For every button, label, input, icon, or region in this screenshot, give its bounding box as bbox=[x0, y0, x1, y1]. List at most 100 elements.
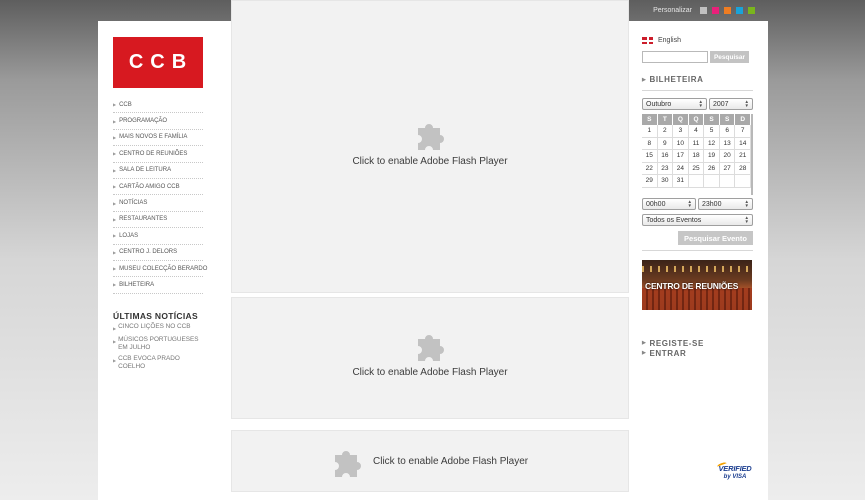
nav-item-bilheteira[interactable]: ▶ BILHETEIRA bbox=[113, 277, 203, 294]
arrow-right-icon: ▶ bbox=[113, 266, 117, 272]
nav-item-label: PROGRAMAÇÃO bbox=[119, 118, 168, 125]
news-heading: ÚLTIMAS NOTÍCIAS bbox=[113, 311, 198, 321]
search-event-button[interactable]: Pesquisar Evento bbox=[678, 231, 753, 245]
calendar-day[interactable]: 20 bbox=[719, 150, 736, 163]
bilheteira-heading[interactable]: ▶ BILHETEIRA bbox=[642, 75, 703, 84]
news-item[interactable]: ▶ MÚSICOS PORTUGUESES EM JULHO bbox=[113, 336, 205, 352]
nav-item-programacao[interactable]: ▶ PROGRAMAÇÃO bbox=[113, 113, 203, 130]
weekday-label: S bbox=[719, 114, 736, 125]
verified-by-visa-badge[interactable]: VERIFIED by VISA bbox=[715, 461, 755, 487]
theme-swatch-grey[interactable] bbox=[700, 7, 707, 14]
nav-item-lojas[interactable]: ▶ LOJAS bbox=[113, 228, 203, 245]
centro-reunioes-banner[interactable]: CENTRO DE REUNIÕES bbox=[642, 260, 752, 310]
register-link[interactable]: ▶ REGISTE-SE bbox=[642, 339, 704, 349]
nav-item-cartao-amigo[interactable]: ▶ CARTÃO AMIGO CCB bbox=[113, 179, 203, 196]
time-to-value: 23h00 bbox=[702, 200, 722, 208]
year-select-value: 2007 bbox=[713, 100, 729, 108]
calendar-day[interactable]: 29 bbox=[642, 175, 658, 188]
theme-swatch-blue[interactable] bbox=[736, 7, 743, 14]
theme-swatch-orange[interactable] bbox=[724, 7, 731, 14]
event-type-select[interactable]: Todos os Eventos ▲ ▼ bbox=[642, 214, 753, 226]
calendar-day[interactable]: 1 bbox=[642, 125, 658, 138]
calendar-day[interactable]: 9 bbox=[657, 137, 674, 150]
calendar-day[interactable]: 2 bbox=[657, 125, 674, 138]
month-select-value: Outubro bbox=[646, 100, 672, 108]
login-link[interactable]: ▶ ENTRAR bbox=[642, 349, 704, 359]
search-button[interactable]: Pesquisar bbox=[710, 51, 749, 63]
nav-item-ccb[interactable]: ▶ CCB bbox=[113, 97, 203, 114]
calendar-empty-cell bbox=[735, 175, 751, 188]
divider bbox=[642, 250, 753, 251]
year-select[interactable]: 2007 ▲ ▼ bbox=[709, 98, 753, 110]
theme-swatch-pink[interactable] bbox=[712, 7, 719, 14]
calendar-day[interactable]: 14 bbox=[735, 137, 751, 150]
calendar-day[interactable]: 10 bbox=[673, 137, 689, 150]
banner-seats-decoration bbox=[642, 288, 752, 310]
time-to-select[interactable]: 23h00 ▲ ▼ bbox=[698, 198, 753, 210]
arrow-right-icon: ▶ bbox=[642, 349, 647, 356]
select-arrows-icon: ▲ ▼ bbox=[744, 99, 749, 108]
nav-item-label: SALA DE LEITURA bbox=[119, 167, 172, 174]
nav-item-noticias[interactable]: ▶ NOTÍCIAS bbox=[113, 195, 203, 212]
calendar-day[interactable]: 26 bbox=[704, 162, 720, 175]
calendar-day[interactable]: 7 bbox=[735, 125, 751, 138]
calendar-days: 1 2 3 4 5 6 7 8 9 10 11 12 13 14 15 16 17 18 19 20 21 22 23 24 2… bbox=[642, 125, 751, 188]
login-label: ENTRAR bbox=[649, 348, 687, 358]
flash-placeholder-hero[interactable]: Click to enable Adobe Flash Player bbox=[231, 0, 629, 293]
calendar-day[interactable]: 5 bbox=[704, 125, 720, 138]
calendar-day[interactable]: 15 bbox=[642, 150, 658, 163]
calendar-day[interactable]: 28 bbox=[735, 162, 751, 175]
arrow-right-icon: ▶ bbox=[113, 358, 117, 363]
calendar-day[interactable]: 8 bbox=[642, 137, 658, 150]
select-arrows-icon: ▲ ▼ bbox=[744, 199, 749, 208]
flash-placeholder-middle[interactable]: Click to enable Adobe Flash Player bbox=[231, 297, 629, 419]
calendar-day[interactable]: 4 bbox=[688, 125, 705, 138]
calendar-day[interactable]: 27 bbox=[719, 162, 736, 175]
calendar-empty-cell bbox=[704, 175, 720, 188]
arrow-right-icon: ▶ bbox=[113, 151, 117, 157]
personalize-label[interactable]: Personalizar bbox=[653, 7, 692, 14]
nav-item-mais-novos[interactable]: ▶ MAIS NOVOS E FAMÍLIA bbox=[113, 130, 203, 147]
time-from-value: 00h00 bbox=[646, 200, 666, 208]
nav-item-museu-berardo[interactable]: ▶ MUSEU COLECÇÃO BERARDO bbox=[113, 261, 207, 278]
arrow-right-icon: ▶ bbox=[642, 76, 647, 83]
calendar-day[interactable]: 18 bbox=[688, 150, 705, 163]
calendar-day[interactable]: 30 bbox=[657, 175, 674, 188]
calendar-day[interactable]: 13 bbox=[719, 137, 736, 150]
calendar-day[interactable]: 25 bbox=[688, 162, 705, 175]
uk-flag-icon bbox=[642, 37, 653, 44]
calendar-day[interactable]: 22 bbox=[642, 162, 658, 175]
calendar-day[interactable]: 6 bbox=[719, 125, 736, 138]
nav-item-label: CARTÃO AMIGO CCB bbox=[119, 183, 180, 190]
calendar-day[interactable]: 16 bbox=[657, 150, 674, 163]
calendar-weekdays: S T Q Q S S D bbox=[642, 114, 751, 125]
flash-placeholder-bottom[interactable]: Click to enable Adobe Flash Player bbox=[231, 430, 629, 492]
time-from-select[interactable]: 00h00 ▲ ▼ bbox=[642, 198, 696, 210]
calendar-day[interactable]: 3 bbox=[673, 125, 689, 138]
flash-message: Click to enable Adobe Flash Player bbox=[373, 455, 529, 467]
calendar-day[interactable]: 19 bbox=[704, 150, 720, 163]
arrow-right-icon: ▶ bbox=[113, 216, 117, 222]
bilheteira-label: BILHETEIRA bbox=[649, 75, 704, 84]
calendar-day[interactable]: 21 bbox=[735, 150, 751, 163]
search-input[interactable] bbox=[642, 51, 708, 63]
calendar-day[interactable]: 17 bbox=[673, 150, 689, 163]
news-item[interactable]: ▶ CCB EVOCA PRADO COELHO bbox=[113, 355, 205, 371]
nav-item-centro-delors[interactable]: ▶ CENTRO J. DELORS bbox=[113, 245, 203, 261]
nav-item-centro-reunioes[interactable]: ▶ CENTRO DE REUNIÕES bbox=[113, 146, 203, 163]
calendar-day[interactable]: 11 bbox=[688, 137, 705, 150]
language-switch[interactable]: English bbox=[642, 37, 681, 44]
nav-item-label: MUSEU COLECÇÃO BERARDO bbox=[119, 265, 208, 272]
puzzle-piece-icon bbox=[335, 451, 361, 477]
month-select[interactable]: Outubro ▲ ▼ bbox=[642, 98, 707, 110]
nav-item-sala-leitura[interactable]: ▶ SALA DE LEITURA bbox=[113, 163, 203, 179]
news-item[interactable]: ▶ CINCO LIÇÕES NO CCB bbox=[113, 323, 205, 333]
calendar-day[interactable]: 12 bbox=[704, 137, 720, 150]
ccb-logo[interactable]: CCB bbox=[113, 37, 203, 88]
calendar-day[interactable]: 23 bbox=[657, 162, 674, 175]
calendar-day[interactable]: 24 bbox=[673, 162, 689, 175]
weekday-label: Q bbox=[688, 114, 705, 125]
nav-item-restaurantes[interactable]: ▶ RESTAURANTES bbox=[113, 212, 203, 229]
theme-swatch-green[interactable] bbox=[748, 7, 755, 14]
calendar-day[interactable]: 31 bbox=[673, 175, 689, 188]
